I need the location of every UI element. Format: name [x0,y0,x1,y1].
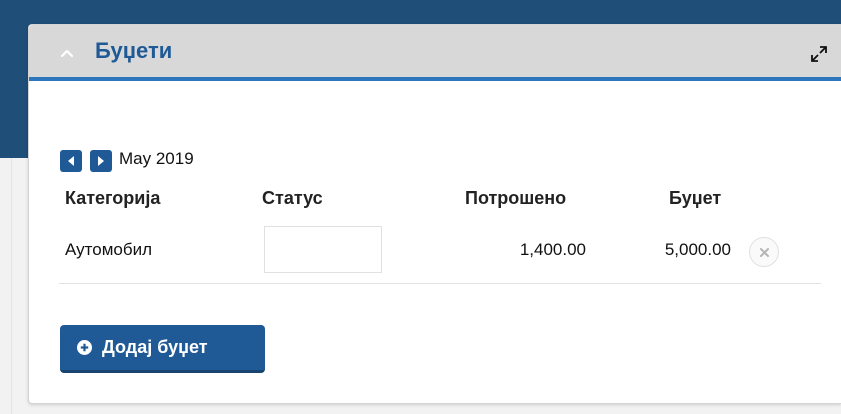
row-category: Аутомобил [65,240,152,259]
row-budget[interactable]: 5,000.00 [665,240,731,260]
plus-circle-icon [77,340,92,355]
remove-budget-button[interactable] [749,237,779,267]
column-header-category: Категорија [65,188,161,208]
add-budget-label: Додај буџет [102,337,208,357]
caret-left-icon [68,156,74,166]
close-icon [760,248,769,257]
column-header-status: Статус [262,188,323,208]
next-month-button[interactable] [90,150,112,172]
page-background-left [0,158,12,414]
expand-icon[interactable] [809,44,829,64]
widget-title: Буџети [95,38,173,63]
row-divider [59,283,821,284]
column-header-spent: Потрошено [465,188,567,208]
column-header-budget: Буџет [669,188,722,208]
row-status-bar [264,226,382,273]
widget-header[interactable]: Буџети [29,25,841,81]
caret-right-icon [98,156,104,166]
chevron-up-icon[interactable] [59,45,75,61]
previous-month-button[interactable] [60,150,82,172]
period-label: May 2019 [119,149,194,168]
row-spent: 1,400.00 [519,240,586,259]
add-budget-button[interactable]: Додај буџет [60,325,265,373]
budgets-widget: Буџети May 2019 Категорија Статус Потрош… [28,24,841,404]
